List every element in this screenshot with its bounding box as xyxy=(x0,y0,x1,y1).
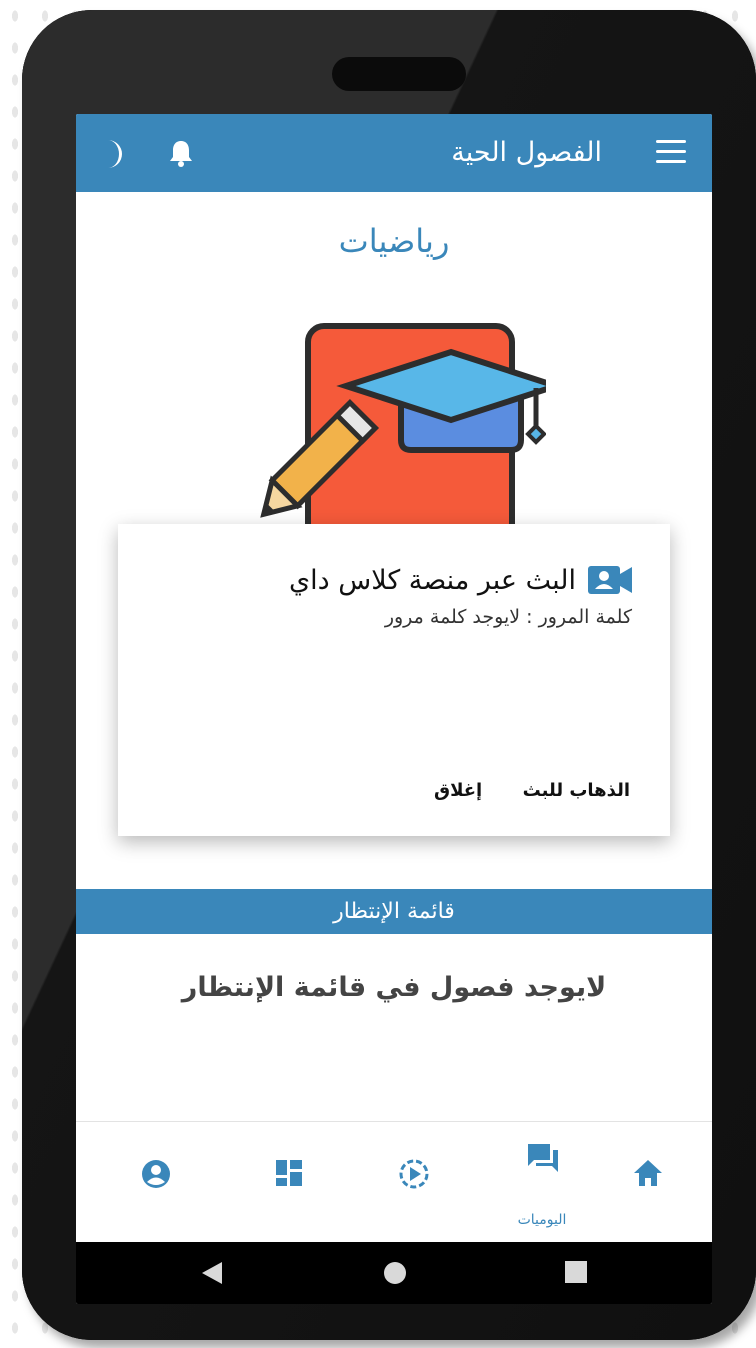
bottom-navigation: اليوميات xyxy=(76,1121,712,1242)
dashboard-icon xyxy=(276,1160,302,1186)
phone-speaker xyxy=(332,57,466,91)
play-circle-icon xyxy=(399,1159,429,1189)
hamburger-menu-icon[interactable] xyxy=(656,140,686,164)
system-navigation-bar xyxy=(76,1242,712,1304)
nav-diaries-label: اليوميات xyxy=(517,1212,567,1228)
go-to-stream-button[interactable]: الذهاب للبث xyxy=(523,780,630,801)
recents-square-icon[interactable] xyxy=(564,1260,588,1284)
waiting-list-header: قائمة الإنتظار xyxy=(76,889,712,934)
moon-icon[interactable] xyxy=(104,138,128,170)
dialog-heading: البث عبر منصة كلاس داي xyxy=(289,564,576,596)
home-icon xyxy=(634,1160,662,1186)
waiting-list-empty-message: لايوجد فصول في قائمة الإنتظار xyxy=(181,972,607,1003)
app-bar-title: الفصول الحية xyxy=(451,137,602,168)
close-button[interactable]: إغلاق xyxy=(434,780,482,801)
phone-frame: الفصول الحية رياضيات البث عبر منصة كلاس … xyxy=(22,10,756,1340)
nav-dashboard[interactable] xyxy=(240,1122,340,1242)
nav-live[interactable] xyxy=(364,1122,464,1242)
app-bar: الفصول الحية xyxy=(76,114,712,192)
password-text: كلمة المرور : لايوجد كلمة مرور xyxy=(384,606,632,628)
subject-title: رياضيات xyxy=(338,222,450,260)
nav-home[interactable] xyxy=(598,1122,698,1242)
back-icon[interactable] xyxy=(200,1260,224,1286)
stream-dialog: البث عبر منصة كلاس داي كلمة المرور : لاي… xyxy=(118,524,670,836)
video-contact-icon xyxy=(588,566,632,594)
nav-diaries[interactable]: اليوميات xyxy=(492,1122,592,1242)
bell-icon[interactable] xyxy=(168,138,194,168)
forum-chat-icon xyxy=(528,1144,558,1172)
dialog-heading-row: البث عبر منصة كلاس داي xyxy=(289,560,632,600)
home-circle-icon[interactable] xyxy=(382,1260,408,1286)
nav-profile[interactable] xyxy=(106,1122,206,1242)
account-circle-icon xyxy=(142,1160,170,1188)
app-screen: الفصول الحية رياضيات البث عبر منصة كلاس … xyxy=(76,114,712,1304)
